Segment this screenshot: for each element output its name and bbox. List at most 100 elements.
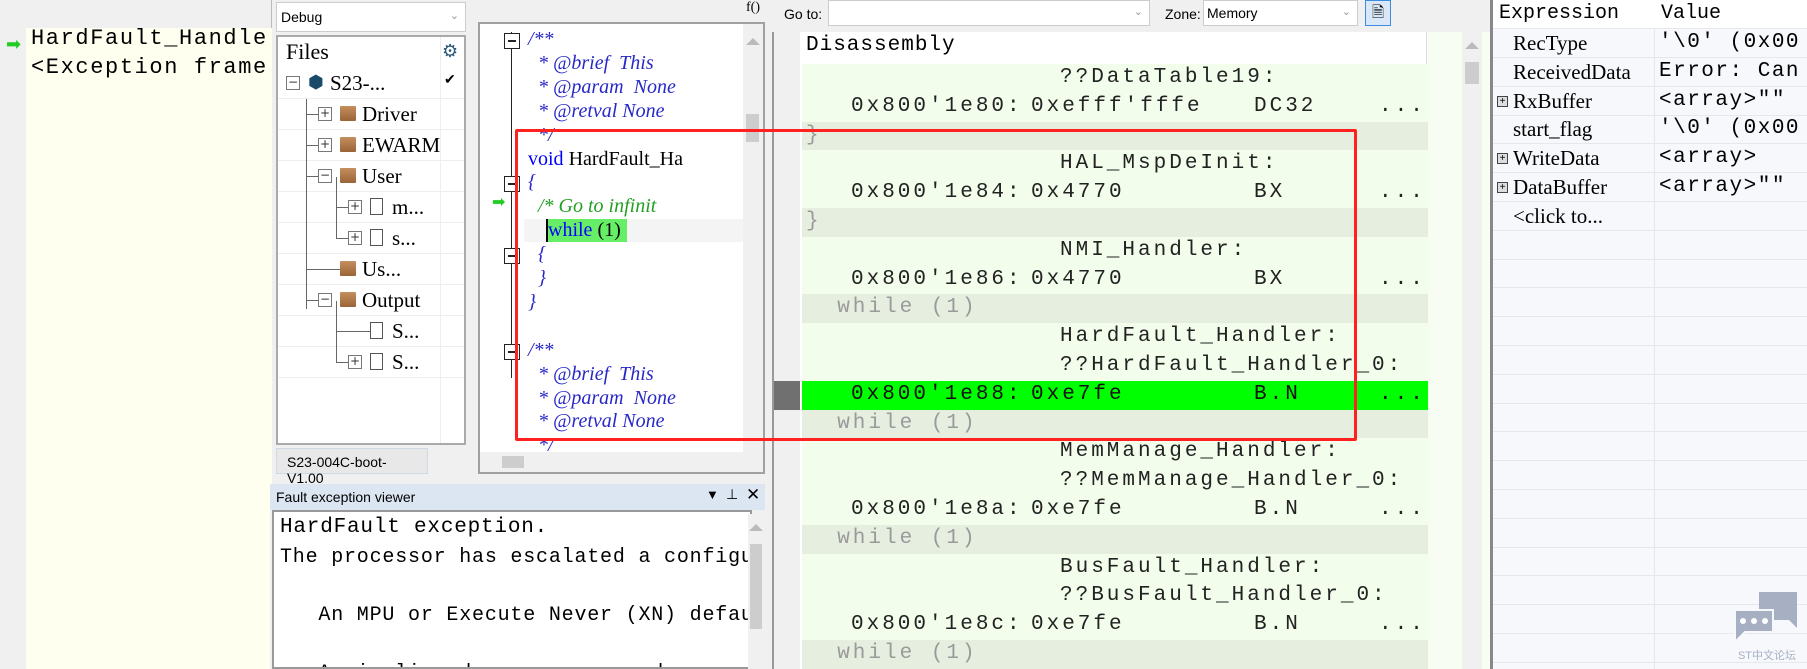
workspace-panel: Debug ⌄ Files ⚙ − ⬢ S23-... ✔ + Driver + EWARM −… (272, 0, 472, 486)
watch-row[interactable] (1493, 317, 1807, 346)
fault-scrollbar[interactable] (748, 514, 764, 669)
scroll-up-icon[interactable] (1465, 42, 1479, 49)
disassembly-row[interactable]: ??MemManage_Handler_0: (802, 467, 1428, 497)
disassembly-row[interactable]: while (1) (802, 524, 1428, 554)
watch-value[interactable]: <array>"" (1659, 175, 1786, 198)
expand-icon[interactable]: + (318, 138, 332, 152)
collapse-icon[interactable]: − (318, 293, 332, 307)
disassembly-row[interactable]: 0x800'1e8c: 0xe7fe B.N... (802, 611, 1428, 641)
watch-row[interactable] (1493, 346, 1807, 375)
watch-value[interactable]: '\0' (0x00 (1659, 31, 1800, 54)
collapse-icon[interactable]: − (286, 76, 300, 90)
source-line: while (1) (806, 642, 978, 665)
function-navigator-icon[interactable]: f() (746, 0, 760, 16)
watch-expression[interactable]: RecType (1513, 31, 1587, 56)
watch-row[interactable]: + RxBuffer <array>"" (1493, 87, 1807, 116)
expand-icon[interactable]: + (348, 200, 362, 214)
disassembly-scrollbar[interactable] (1462, 32, 1482, 669)
tree-item-label: S... (392, 319, 420, 343)
opcode: 0xe7fe (1031, 613, 1125, 637)
watch-expression[interactable]: DataBuffer (1513, 175, 1607, 200)
expand-icon[interactable]: + (348, 231, 362, 245)
expand-icon[interactable]: + (1497, 95, 1508, 107)
toggle-source-button[interactable]: 🗎 (1365, 0, 1391, 26)
scrollbar-thumb[interactable] (750, 544, 762, 629)
text-file-icon (370, 322, 383, 339)
watch-row[interactable] (1493, 519, 1807, 548)
expand-icon[interactable]: + (318, 107, 332, 121)
gear-icon[interactable]: ⚙ (442, 41, 458, 62)
disassembly-row[interactable]: BusFault_Handler: (802, 553, 1428, 583)
tree-connector (336, 177, 337, 239)
pin-icon[interactable]: ⊥ (726, 486, 738, 503)
disassembly-row[interactable]: ??BusFault_Handler_0: (802, 582, 1428, 612)
dropdown-menu-icon[interactable]: ▼ (706, 487, 719, 502)
watch-expression[interactable]: WriteData (1513, 146, 1600, 171)
watch-row[interactable] (1493, 288, 1807, 318)
column-header-value[interactable]: Value (1661, 2, 1721, 25)
code-line[interactable]: /** (528, 28, 554, 51)
expand-icon[interactable]: + (348, 355, 362, 369)
tree-item[interactable]: − ⬢ S23-... ✔ (278, 68, 464, 99)
operand: ... (1379, 94, 1426, 118)
watch-expression[interactable]: ReceivedData (1513, 60, 1631, 85)
watch-row[interactable] (1493, 547, 1807, 577)
watch-row[interactable]: RecType '\0' (0x00 (1493, 29, 1807, 58)
collapse-icon[interactable]: − (318, 169, 332, 183)
goto-input[interactable]: ⌄ (828, 0, 1150, 26)
watch-value[interactable]: '\0' (0x00 (1659, 117, 1800, 140)
disassembly-row[interactable]: ??DataTable19: (802, 64, 1428, 93)
current-frame-arrow-icon: ➡ (6, 34, 22, 54)
watch-expression[interactable]: start_flag (1513, 117, 1592, 142)
tree-connector (306, 114, 318, 115)
disassembly-row[interactable]: 0x800'1e80: 0xefff'fffe DC32... (802, 92, 1428, 122)
watch-row[interactable]: <click to... (1493, 202, 1807, 231)
scrollbar-thumb[interactable] (502, 456, 524, 468)
tab-workspace[interactable]: S23-004C-boot-V1.00 (276, 448, 428, 486)
watch-row[interactable] (1493, 231, 1807, 260)
disassembly-row[interactable]: 0x800'1e8a: 0xe7fe B.N... (802, 496, 1428, 525)
disassembly-row[interactable]: while (1) (802, 640, 1428, 669)
zone-value: Memory (1207, 5, 1258, 21)
tree-item[interactable]: + S... (278, 347, 464, 378)
disassembly-row[interactable]: MemManage_Handler: (802, 438, 1428, 468)
watch-row[interactable] (1493, 375, 1807, 404)
watch-expression[interactable]: RxBuffer (1513, 89, 1592, 114)
watch-row[interactable]: + WriteData <array> (1493, 144, 1807, 174)
expand-icon[interactable]: + (1497, 182, 1508, 193)
chevron-down-icon[interactable]: ⌄ (1134, 5, 1143, 18)
watch-row[interactable] (1493, 403, 1807, 433)
call-stack-frame[interactable]: HardFault_Handle (31, 26, 268, 51)
watch-row[interactable] (1493, 461, 1807, 490)
close-icon[interactable]: ✕ (746, 485, 760, 505)
scrollbar-thumb[interactable] (1465, 62, 1479, 84)
editor-horizontal-scrollbar[interactable] (480, 452, 763, 472)
watch-row[interactable] (1493, 432, 1807, 462)
source-line: while (1) (806, 526, 978, 550)
watch-row[interactable]: ReceivedData Error: Can (1493, 58, 1807, 87)
watch-value[interactable]: Error: Can (1659, 60, 1800, 83)
scroll-up-icon[interactable] (746, 38, 760, 45)
expand-icon[interactable]: + (1497, 153, 1508, 165)
checkmark-icon: ✔ (444, 73, 456, 88)
watch-row[interactable] (1493, 490, 1807, 519)
code-line[interactable]: * @retval None (528, 100, 665, 123)
call-stack-frame[interactable]: <Exception frame (31, 55, 268, 80)
code-line[interactable]: * @param None (528, 76, 676, 99)
document-icon: 🗎 (1371, 4, 1385, 21)
configuration-dropdown[interactable]: Debug ⌄ (276, 2, 466, 32)
watch-value[interactable]: <array>"" (1659, 89, 1786, 112)
folder-icon (340, 106, 356, 121)
c-file-icon (370, 198, 383, 215)
watch-row[interactable] (1493, 259, 1807, 289)
fold-toggle[interactable] (504, 33, 520, 49)
column-header-expression[interactable]: Expression (1499, 2, 1619, 25)
watch-row[interactable]: start_flag '\0' (0x00 (1493, 115, 1807, 145)
watch-row[interactable]: + DataBuffer <array>"" (1493, 173, 1807, 202)
watch-expression[interactable]: <click to... (1513, 204, 1603, 229)
tree-item[interactable]: S... (278, 316, 464, 347)
scroll-up-icon[interactable] (749, 524, 763, 531)
watch-value[interactable]: <array> (1659, 146, 1758, 169)
code-line[interactable]: * @brief This (528, 52, 654, 75)
zone-dropdown[interactable]: Memory ⌄ (1203, 0, 1358, 26)
